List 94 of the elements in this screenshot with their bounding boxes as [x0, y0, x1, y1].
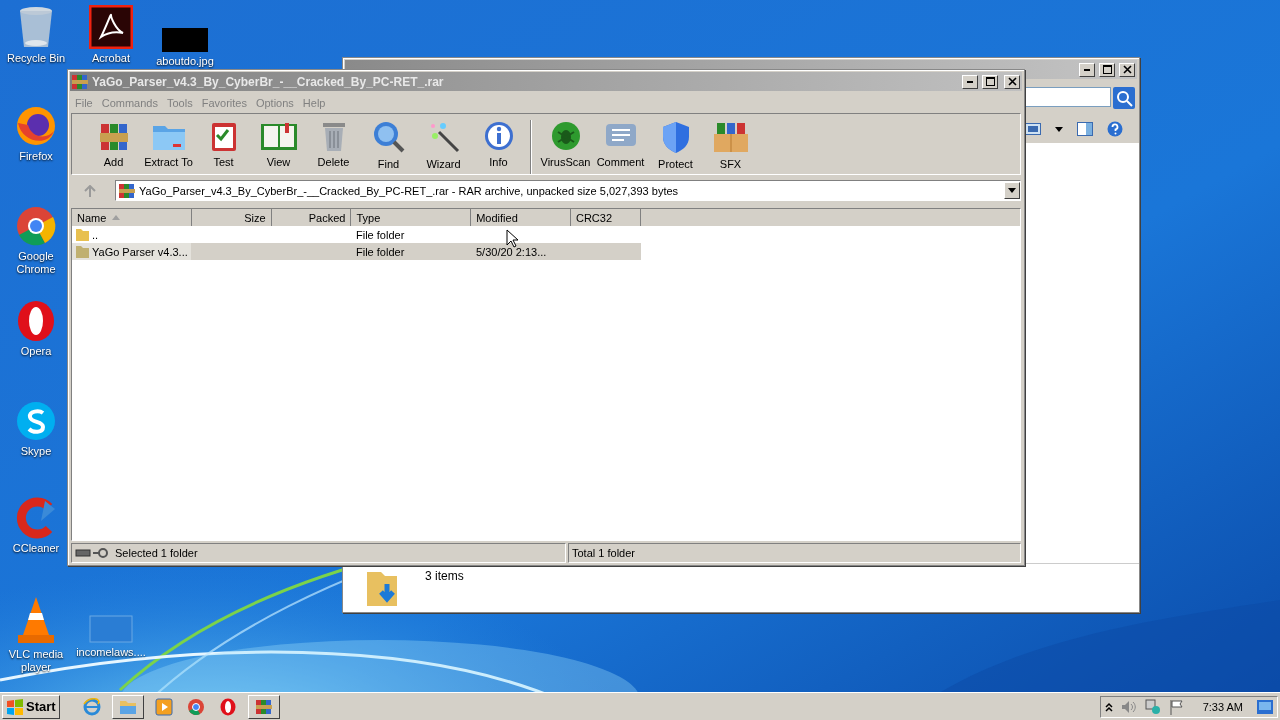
close-button[interactable]	[1119, 62, 1135, 77]
column-header[interactable]: Modified	[471, 209, 571, 226]
caret-icon	[1008, 188, 1016, 193]
toolbar-button[interactable]: Test	[196, 120, 251, 168]
desktop-icon-label[interactable]: aboutdo.jpg	[156, 55, 214, 68]
column-header[interactable]: Size	[191, 209, 272, 226]
minimize-button[interactable]	[962, 74, 978, 89]
search-field[interactable]	[1023, 87, 1111, 107]
desktop-icon-label[interactable]: CCleaner	[12, 542, 60, 555]
window-title: YaGo_Parser_v4.3_By_CyberBr_-__Cracked_By_PC-RET_.rar	[92, 74, 445, 89]
desktop-icon-label[interactable]: Google Chrome	[3, 250, 69, 276]
opera-icon	[15, 300, 57, 342]
file-name: ..	[92, 228, 99, 241]
status-text: Total 1 folder	[572, 547, 635, 559]
info-icon	[482, 120, 515, 152]
windows-logo-icon	[6, 698, 24, 715]
folder-icon	[118, 698, 137, 715]
skype-icon	[15, 400, 57, 442]
desktop-icon-label[interactable]: VLC media player	[3, 648, 69, 674]
address-field[interactable]: YaGo_Parser_v4.3_By_CyberBr_-__Cracked_By_PC-RET_.rar - RAR archive, unpacked size 5,027,393 bytes	[115, 180, 1021, 201]
toolbar-button[interactable]: Extract To	[141, 120, 196, 168]
folder-icon	[76, 245, 89, 258]
traffic-cone-icon	[15, 595, 57, 645]
toolbar-button[interactable]: Delete	[306, 120, 361, 168]
close-button[interactable]	[1004, 74, 1020, 89]
file-row[interactable]: YaGo Parser v4.3... File folder 5/30/20 2:13...	[72, 243, 641, 260]
dropdown-button[interactable]	[1004, 182, 1020, 199]
search-button[interactable]	[1113, 87, 1135, 109]
item-count: 3 items	[425, 569, 464, 583]
flag-icon	[1168, 698, 1185, 715]
file-type: File folder	[356, 228, 405, 241]
maximize-icon	[985, 77, 995, 86]
bug-icon	[549, 120, 582, 152]
column-header[interactable]: Type	[351, 209, 472, 226]
toolbar-button[interactable]: SFX	[703, 120, 758, 170]
file-thumbnail-icon	[89, 615, 133, 643]
preview-pane-button[interactable]	[1077, 122, 1093, 136]
drive-key-icon	[75, 548, 111, 558]
maximize-button[interactable]	[982, 74, 998, 89]
toolbar-button[interactable]: Comment	[593, 120, 648, 168]
column-header[interactable]: Packed	[271, 209, 352, 226]
firefox-icon	[15, 105, 57, 147]
toolbar-button[interactable]: Wizard	[416, 120, 471, 170]
minimize-button[interactable]	[1079, 62, 1095, 77]
taskbar-button[interactable]	[111, 694, 144, 719]
network-icon	[1144, 698, 1161, 715]
toolbar-button[interactable]: Info	[471, 120, 526, 168]
toolbar-button[interactable]: View	[251, 120, 306, 168]
chrome-icon	[15, 205, 57, 247]
taskbar-button[interactable]	[247, 694, 280, 719]
monitor-icon	[1257, 699, 1273, 714]
book-icon	[258, 120, 299, 152]
ccleaner-icon	[15, 497, 57, 539]
search-icon	[371, 120, 406, 154]
cursor-icon	[506, 229, 519, 249]
maximize-icon	[1102, 65, 1112, 74]
media-player-icon	[154, 697, 173, 716]
column-header[interactable]: CRC32	[571, 209, 641, 226]
close-icon	[1122, 65, 1132, 74]
modified-date: 5/30/20 2:13...	[476, 245, 547, 258]
books-icon	[119, 183, 135, 198]
desktop-icon-label[interactable]: Firefox	[19, 150, 53, 163]
internet-explorer-icon	[82, 697, 101, 716]
desktop-icon-label[interactable]: incomelaws....	[76, 646, 146, 659]
desktop-icon-label[interactable]: Acrobat	[92, 52, 130, 65]
up-arrow-icon	[84, 184, 96, 197]
chevron-up-icon	[1104, 701, 1113, 712]
caret-icon[interactable]	[1055, 126, 1063, 132]
start-button[interactable]: Start	[2, 694, 60, 719]
file-type: File folder	[356, 245, 405, 258]
clock[interactable]: 7:33 AM	[1202, 700, 1243, 713]
image-thumbnail-icon	[162, 28, 208, 52]
close-icon	[1007, 77, 1017, 86]
toolbar-button[interactable]: Find	[361, 120, 416, 170]
column-header[interactable]: Name	[72, 209, 192, 226]
books-icon	[254, 698, 273, 715]
desktop-icon-label[interactable]: Skype	[20, 445, 52, 458]
maximize-button[interactable]	[1099, 62, 1115, 77]
acrobat-icon	[89, 5, 133, 49]
minimize-icon	[1084, 68, 1090, 71]
desktop-icon-label[interactable]: Recycle Bin	[6, 52, 66, 65]
chrome-icon	[186, 697, 205, 716]
toolbar-button[interactable]: Protect	[648, 120, 703, 170]
opera-icon	[218, 697, 237, 716]
status-text: Selected 1 folder	[115, 547, 198, 559]
file-name: YaGo Parser v4.3...	[92, 245, 188, 258]
toolbar-button[interactable]: Add	[86, 120, 141, 168]
toolbar-button[interactable]: VirusScan	[538, 120, 593, 168]
help-button[interactable]	[1107, 121, 1123, 137]
folder-icon	[76, 228, 89, 241]
desktop-icon-label[interactable]: Opera	[20, 345, 52, 358]
speaker-icon	[1120, 699, 1137, 714]
file-row[interactable]: .. File folder	[72, 226, 641, 243]
books-icon	[72, 74, 88, 89]
